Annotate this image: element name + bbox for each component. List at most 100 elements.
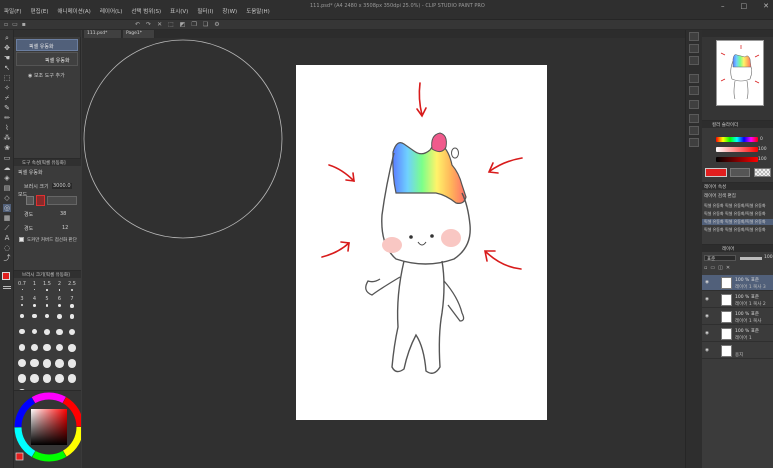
clear-icon[interactable]: ✕ (157, 21, 162, 28)
menu-item[interactable]: 창(W) (222, 7, 237, 15)
brush-size-dot[interactable] (44, 329, 50, 335)
brush-size-dot[interactable] (42, 374, 52, 383)
info-icon[interactable] (689, 56, 699, 65)
correction-tool-icon[interactable]: ⤴ (3, 254, 11, 262)
brush-size-dot[interactable] (31, 329, 38, 335)
value-slider[interactable] (716, 157, 758, 162)
menu-item[interactable]: 필터(I) (197, 7, 213, 15)
decoration-tool-icon[interactable]: ❀ (3, 144, 11, 152)
eye-icon[interactable]: ◉ (705, 297, 709, 302)
layer-search-row[interactable]: 픽셀 유동화 픽셀 유동화/픽셀 유동화 (704, 203, 773, 209)
color-wheel[interactable] (14, 391, 84, 468)
brush-size-dot[interactable] (57, 314, 62, 319)
eye-icon[interactable]: ◉ (705, 314, 709, 319)
main-color-swatch[interactable] (2, 272, 10, 280)
brush-size-dot[interactable] (21, 289, 23, 290)
strength-value[interactable]: 38 (60, 211, 66, 217)
brush-size-dot[interactable] (31, 344, 38, 351)
brush-size-dot[interactable] (67, 374, 77, 383)
hardness-value[interactable]: 12 (62, 225, 68, 231)
brush-size-dot[interactable] (45, 304, 49, 307)
minimize-icon[interactable]: – (721, 2, 725, 10)
menu-item[interactable]: 편집(E) (31, 7, 49, 15)
frame-tool-icon[interactable]: ▦ (3, 214, 11, 222)
brush-size-dot[interactable] (55, 359, 64, 368)
sub-color-chip[interactable] (730, 168, 750, 177)
tool-checkbox[interactable] (19, 237, 24, 242)
sub-view-icon[interactable] (689, 44, 699, 53)
wand-tool-icon[interactable]: ✧ (3, 84, 11, 92)
mode-button-2[interactable] (36, 195, 45, 206)
layer-search-row-selected[interactable]: 픽셀 유동화 픽셀 유동화/픽셀 유동화 (702, 219, 773, 225)
blend-tool-icon[interactable]: ☁ (3, 164, 11, 172)
layer-search-icon[interactable] (689, 126, 699, 135)
brush-size-dot[interactable] (33, 289, 36, 291)
layer-row[interactable]: ◉ 용지 (702, 343, 773, 359)
fill-icon[interactable]: ◩ (180, 21, 186, 28)
menu-item[interactable]: 애니메이션(A) (57, 7, 90, 15)
tab-page[interactable]: Page1* (123, 30, 155, 38)
settings-icon[interactable]: ⚙ (214, 21, 219, 28)
brush-size-dot[interactable] (33, 304, 36, 307)
eyedropper-icon[interactable]: ⌿ (3, 94, 11, 102)
brush-size-dot[interactable] (30, 359, 39, 368)
move-tool-icon[interactable]: ✥ (3, 44, 11, 52)
main-color-chip[interactable] (705, 168, 727, 177)
pencil-tool-icon[interactable]: ✏ (3, 114, 11, 122)
eraser-tool-icon[interactable]: ▭ (3, 154, 11, 162)
fill-tool-icon[interactable]: ◈ (3, 174, 11, 182)
layer-row[interactable]: ◉ 100 % 표준 레이어 1 (702, 326, 773, 342)
layer-search-row[interactable]: 픽셀 유동화 픽셀 유동화/픽셀 유동화 (704, 227, 773, 233)
new-layer-icon[interactable]: ▫ (704, 265, 707, 273)
blend-mode-select[interactable]: 표준 (704, 255, 736, 262)
sub-tool-item[interactable]: 픽셀 유동화 (16, 52, 78, 66)
add-sub-tool-button[interactable]: ◉ 보조 도구 추가 (28, 72, 65, 79)
brush-size-dot[interactable] (56, 329, 63, 336)
mode-options[interactable] (47, 196, 77, 205)
brush-size-dot[interactable] (70, 289, 74, 292)
balloon-tool-icon[interactable]: ◌ (3, 244, 11, 252)
brush-size-dot[interactable] (67, 359, 77, 368)
menu-item[interactable]: 도움말(H) (246, 7, 270, 15)
brush-size-dot[interactable] (44, 314, 50, 319)
undo-icon[interactable]: ↶ (135, 21, 140, 28)
brush-size-dot[interactable] (42, 359, 52, 368)
hue-value[interactable]: 0 (760, 137, 763, 142)
menu-item[interactable]: 레이어(L) (100, 7, 123, 15)
layer-search-row[interactable]: 픽셀 유동화 픽셀 유동화/픽셀 유동화 (704, 211, 773, 217)
paste-icon[interactable]: ❏ (203, 21, 208, 28)
zoom-tool-icon[interactable]: ⌕ (3, 34, 11, 42)
brush-size-dot[interactable] (20, 304, 24, 307)
transparent-swatch[interactable] (3, 286, 11, 289)
delete-layer-icon[interactable]: ✕ (726, 265, 730, 273)
brush-size-dot[interactable] (69, 314, 75, 319)
brush-size-dot[interactable] (19, 329, 25, 335)
history-icon[interactable] (689, 114, 699, 123)
eye-icon[interactable]: ◉ (705, 348, 709, 353)
copy-icon[interactable]: ❐ (191, 21, 196, 28)
new-file-icon[interactable]: ▫ (4, 21, 8, 28)
tab-file[interactable]: 111.psd* (84, 30, 122, 38)
saturation-value[interactable]: 100 (758, 147, 767, 152)
layer-row[interactable]: ◉ 100 % 표준 레이어 1 복사 (702, 309, 773, 325)
color-set-icon[interactable] (689, 100, 699, 109)
hand-tool-icon[interactable]: ☚ (3, 54, 11, 62)
navigator-icon[interactable] (689, 32, 699, 41)
saturation-slider[interactable] (716, 147, 758, 152)
eye-icon[interactable]: ◉ (705, 331, 709, 336)
open-file-icon[interactable]: ▭ (12, 21, 18, 28)
brush-size-dot[interactable] (32, 314, 37, 319)
value-value[interactable]: 100 (758, 157, 767, 162)
brush-size-dot[interactable] (18, 359, 26, 367)
menu-item[interactable]: 선택 범위(S) (131, 7, 161, 15)
brush-tool-icon[interactable]: ⌇ (3, 124, 11, 132)
brush-size-dot[interactable] (55, 374, 64, 383)
transform-icon[interactable]: ⬚ (168, 21, 174, 28)
select-tool-icon[interactable]: ⬚ (3, 74, 11, 82)
brush-size-dot[interactable] (68, 344, 76, 352)
eye-icon[interactable]: ◉ (705, 280, 709, 285)
brush-size-dot[interactable] (70, 304, 74, 308)
redo-icon[interactable]: ↷ (146, 21, 151, 28)
maximize-icon[interactable]: □ (741, 2, 748, 10)
navigator-preview[interactable] (716, 40, 764, 106)
